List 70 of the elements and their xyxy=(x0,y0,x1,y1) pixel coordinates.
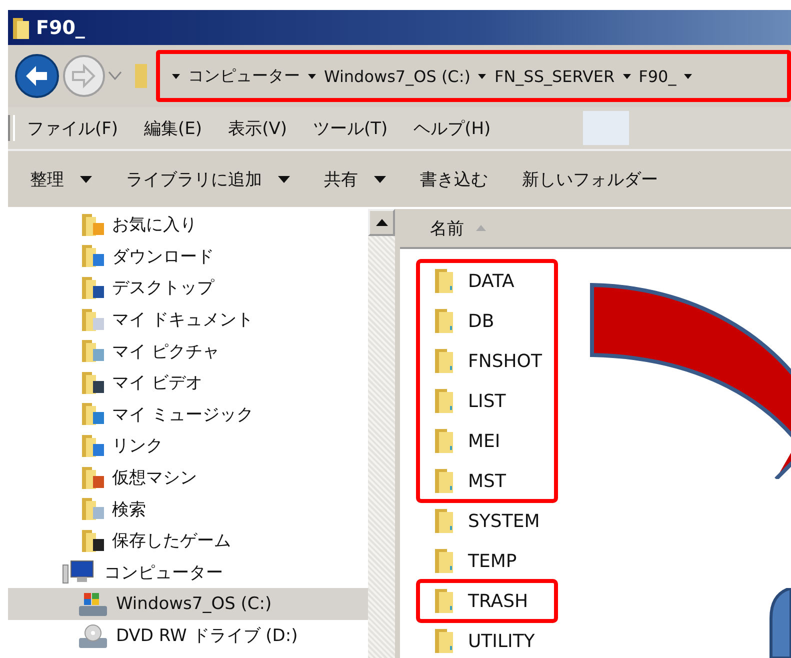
scroll-up-button[interactable] xyxy=(368,209,395,236)
callout-shape xyxy=(769,588,791,658)
folder-name[interactable]: SYSTEM xyxy=(468,510,540,532)
folder-name[interactable]: DB xyxy=(468,310,494,332)
menu-item[interactable]: ファイル(F) xyxy=(27,116,118,140)
folder-name[interactable]: FNSHOT xyxy=(468,350,542,372)
tree-item[interactable]: デスクトップ xyxy=(8,272,368,304)
caret-icon[interactable] xyxy=(478,74,486,78)
tree-item[interactable]: マイ ドキュメント xyxy=(8,304,368,336)
folder-icon xyxy=(134,62,148,90)
menu-item[interactable]: 表示(V) xyxy=(228,116,287,140)
caret-icon[interactable] xyxy=(308,74,316,78)
tree-item[interactable]: リンク xyxy=(8,430,368,462)
folder-name[interactable]: MEI xyxy=(468,430,500,452)
folder-icon[interactable] xyxy=(434,508,456,534)
menu-item[interactable]: ヘルプ(H) xyxy=(414,116,491,140)
blank-patch xyxy=(582,111,629,145)
tree-item[interactable]: 仮想マシン xyxy=(8,462,368,494)
dropdown-caret-icon[interactable] xyxy=(80,176,92,182)
tree-item[interactable]: マイ ミュージック xyxy=(8,398,368,430)
folder-icon[interactable] xyxy=(434,308,456,334)
breadcrumb-item[interactable]: コンピューター xyxy=(188,66,300,86)
back-button[interactable] xyxy=(14,53,60,99)
tree-item[interactable]: マイ ビデオ xyxy=(8,366,368,399)
toolbar-grip[interactable] xyxy=(8,115,15,141)
folder-name[interactable]: MST xyxy=(468,470,506,492)
toolbar-button[interactable]: ライブラリに追加 xyxy=(126,168,290,190)
folder-icon[interactable] xyxy=(434,628,456,654)
toolbar-button[interactable]: 新しいフォルダー xyxy=(522,168,658,190)
folder-name[interactable]: UTILITY xyxy=(468,630,535,652)
dropdown-caret-icon[interactable] xyxy=(374,176,386,182)
drive-icon xyxy=(78,590,108,617)
disc-drive-icon xyxy=(78,622,108,649)
breadcrumb-item[interactable]: Windows7_OS (C:) xyxy=(324,66,470,86)
tree-item[interactable]: 保存したゲーム xyxy=(8,524,368,557)
tree-item[interactable]: DVD RW ドライブ (D:) xyxy=(8,620,368,652)
tree-item[interactable]: Windows7_OS (C:) xyxy=(8,588,368,620)
folder-name[interactable]: LIST xyxy=(468,390,506,412)
folder-name[interactable]: TEMP xyxy=(468,550,517,572)
history-caret-icon[interactable] xyxy=(108,71,122,81)
folder-name[interactable]: TRASH xyxy=(468,590,528,612)
menu-item[interactable]: 編集(E) xyxy=(144,116,202,140)
toolbar-button[interactable]: 書き込む xyxy=(420,168,488,190)
tree-item[interactable]: お気に入り xyxy=(8,209,368,241)
menu-item[interactable]: ツール(T) xyxy=(312,116,388,140)
folder-name[interactable]: DATA xyxy=(468,270,514,292)
folder-icon[interactable] xyxy=(434,468,456,494)
tree-item[interactable]: ダウンロード xyxy=(8,240,368,272)
tree-item[interactable]: マイ ピクチャ xyxy=(8,335,368,367)
folder-icon[interactable] xyxy=(434,588,456,614)
folder-icon[interactable] xyxy=(434,348,456,374)
folder-icon[interactable] xyxy=(434,548,456,574)
window-title: F90_ xyxy=(36,16,85,38)
caret-icon[interactable] xyxy=(684,74,692,78)
dropdown-caret-icon[interactable] xyxy=(278,176,290,182)
tree-item[interactable]: コンピューター xyxy=(8,556,368,588)
caret-icon[interactable] xyxy=(172,74,180,78)
scrollbar[interactable] xyxy=(368,209,395,658)
toolbar-button[interactable]: 整理 xyxy=(30,168,92,190)
breadcrumb-item[interactable]: F90_ xyxy=(638,66,676,86)
breadcrumb-item[interactable]: FN_SS_SERVER xyxy=(494,66,615,86)
folder-icon[interactable] xyxy=(434,388,456,414)
caret-icon[interactable] xyxy=(622,74,631,78)
folder-icon[interactable] xyxy=(434,428,456,454)
column-header[interactable]: 名前 xyxy=(400,209,791,249)
tree-item[interactable]: 検索 xyxy=(8,493,368,525)
toolbar-button[interactable]: 共有 xyxy=(324,168,386,190)
folder-icon xyxy=(12,16,30,40)
folder-icon[interactable] xyxy=(434,268,456,294)
computer-icon xyxy=(62,559,96,586)
